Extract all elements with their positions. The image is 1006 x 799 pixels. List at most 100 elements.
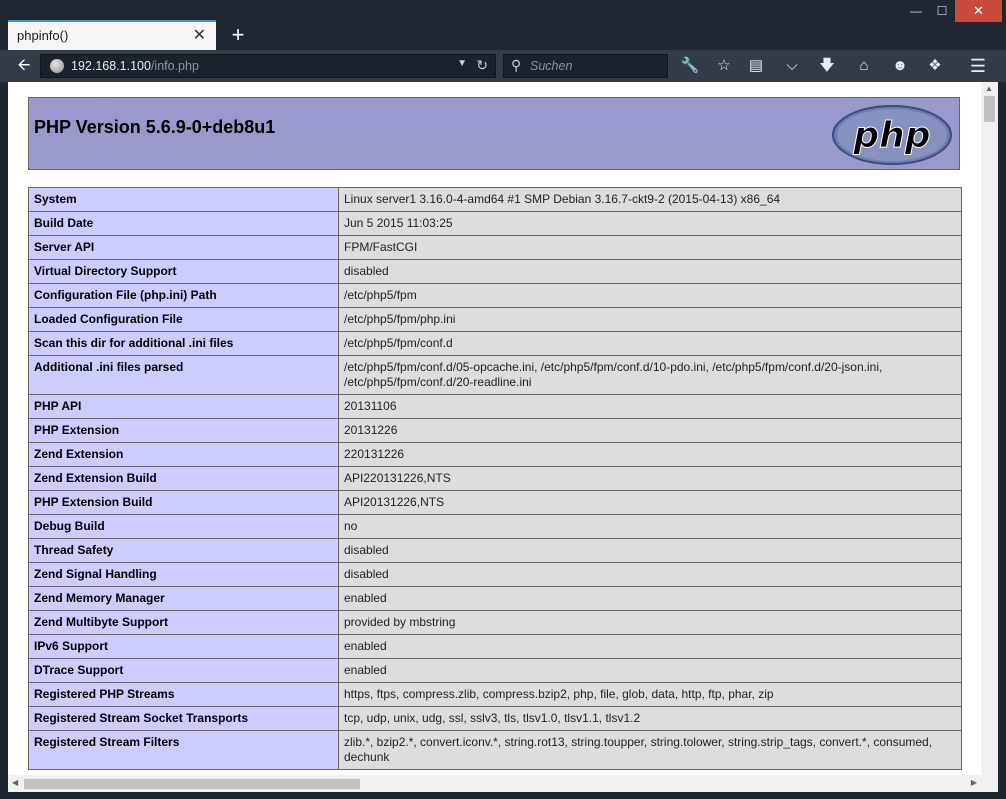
table-row: Build Date Jun 5 2015 11:03:25	[28, 211, 962, 236]
scroll-left-icon[interactable]: ◀	[12, 778, 18, 787]
row-key: Thread Safety	[28, 538, 339, 563]
table-row: Zend Extension Build API220131226,NTS	[28, 466, 962, 491]
minimize-button[interactable]: —	[903, 0, 929, 22]
row-key: Zend Extension Build	[28, 466, 339, 491]
table-row: Server API FPM/FastCGI	[28, 235, 962, 260]
hamburger-menu-icon[interactable]: ☰	[965, 55, 991, 77]
globe-icon	[50, 59, 64, 73]
back-arrow-icon[interactable]: 🡨	[12, 55, 36, 77]
chevron-down-icon[interactable]: ▼	[457, 58, 467, 69]
row-value: no	[338, 514, 962, 539]
vertical-scrollbar[interactable]: ▲	[981, 82, 998, 775]
table-row: Registered Stream Socket Transports tcp, …	[28, 706, 962, 731]
table-row: PHP API 20131106	[28, 394, 962, 419]
table-row: PHP Extension Build API20131226,NTS	[28, 490, 962, 515]
row-key: Registered Stream Filters	[28, 730, 339, 770]
browser-window: phpinfo() ✕ + — ☐ ✕ 🡨 192.168.1.100/info…	[0, 0, 1006, 799]
row-key: Zend Extension	[28, 442, 339, 467]
row-value: FPM/FastCGI	[338, 235, 962, 260]
table-row: Virtual Directory Support disabled	[28, 259, 962, 284]
search-placeholder: Suchen	[530, 59, 573, 73]
row-value: https, ftps, compress.zlib, compress.bzi…	[338, 682, 962, 707]
table-row: Registered Stream Filters zlib.*, bzip2.*…	[28, 730, 962, 770]
horizontal-scrollbar[interactable]: ◀ ▶	[8, 775, 998, 792]
row-value: provided by mbstring	[338, 610, 962, 635]
row-key: IPv6 Support	[28, 634, 339, 659]
row-value: /etc/php5/fpm/conf.d/05-opcache.ini, /et…	[338, 355, 962, 395]
row-key: Zend Multibyte Support	[28, 610, 339, 635]
row-key: Zend Signal Handling	[28, 562, 339, 587]
table-row: PHP Extension 20131226	[28, 418, 962, 443]
row-value: enabled	[338, 586, 962, 611]
horizontal-scroll-thumb[interactable]	[24, 779, 360, 789]
search-input[interactable]: ⚲ Suchen	[503, 54, 668, 78]
scroll-up-icon[interactable]: ▲	[985, 84, 993, 93]
maximize-button[interactable]: ☐	[929, 0, 955, 22]
chat-icon[interactable]: ☻	[887, 55, 913, 77]
row-key: DTrace Support	[28, 658, 339, 683]
row-value: Jun 5 2015 11:03:25	[338, 211, 962, 236]
addon-icon[interactable]: ❖	[922, 55, 948, 77]
row-key: Additional .ini files parsed	[28, 355, 339, 395]
table-row: Zend Multibyte Support provided by mbstri…	[28, 610, 962, 635]
row-value: disabled	[338, 259, 962, 284]
row-key: Debug Build	[28, 514, 339, 539]
row-value: zlib.*, bzip2.*, convert.iconv.*, string…	[338, 730, 962, 770]
row-key: Scan this dir for additional .ini files	[28, 331, 339, 356]
download-icon[interactable]: 🡇	[814, 55, 840, 77]
wrench-icon[interactable]: 🔧	[677, 55, 703, 77]
table-row: Zend Extension 220131226	[28, 442, 962, 467]
url-path: /info.php	[150, 59, 199, 73]
table-row: Registered PHP Streams https, ftps, compr…	[28, 682, 962, 707]
info-table: System Linux server1 3.16.0-4-amd64 #1 SM…	[28, 187, 962, 770]
table-row: System Linux server1 3.16.0-4-amd64 #1 SM…	[28, 187, 962, 212]
row-value: Linux server1 3.16.0-4-amd64 #1 SMP Debi…	[338, 187, 962, 212]
reading-list-icon[interactable]: ▤	[743, 55, 769, 77]
php-version-header: PHP Version 5.6.9-0+deb8u1 php	[28, 97, 960, 170]
home-icon[interactable]: ⌂	[851, 55, 877, 77]
row-value: tcp, udp, unix, udg, ssl, sslv3, tls, tl…	[338, 706, 962, 731]
row-value: /etc/php5/fpm/php.ini	[338, 307, 962, 332]
row-key: Zend Memory Manager	[28, 586, 339, 611]
url-bar[interactable]: 192.168.1.100/info.php ▼ ↻	[40, 54, 496, 78]
vertical-scroll-thumb[interactable]	[984, 96, 995, 122]
table-row: Loaded Configuration File/etc/php5/fpm/p…	[28, 307, 962, 332]
new-tab-button[interactable]: +	[222, 20, 254, 50]
row-value: disabled	[338, 538, 962, 563]
row-value: /etc/php5/fpm/conf.d	[338, 331, 962, 356]
row-value: 20131106	[338, 394, 962, 419]
close-window-button[interactable]: ✕	[955, 0, 1002, 22]
title-bar: phpinfo() ✕ + — ☐ ✕	[0, 0, 1006, 50]
row-key: Virtual Directory Support	[28, 259, 339, 284]
php-logo-icon: php	[832, 105, 952, 165]
row-key: Registered PHP Streams	[28, 682, 339, 707]
row-value: disabled	[338, 562, 962, 587]
pocket-icon[interactable]: ⌵	[779, 55, 805, 77]
nav-toolbar: 🡨 192.168.1.100/info.php ▼ ↻ ⚲ Suchen 🔧 …	[0, 50, 1006, 82]
tab-phpinfo[interactable]: phpinfo() ✕	[8, 20, 216, 50]
scroll-right-icon[interactable]: ▶	[971, 778, 977, 787]
row-key: Loaded Configuration File	[28, 307, 339, 332]
php-logo-text: php	[852, 115, 930, 156]
tab-close-icon[interactable]: ✕	[193, 25, 206, 45]
table-row: DTrace Support enabled	[28, 658, 962, 683]
table-row: Zend Signal Handling disabled	[28, 562, 962, 587]
row-value: enabled	[338, 658, 962, 683]
row-value: /etc/php5/fpm	[338, 283, 962, 308]
row-key: System	[28, 187, 339, 212]
row-value: API20131226,NTS	[338, 490, 962, 515]
page-title: PHP Version 5.6.9-0+deb8u1	[34, 117, 276, 137]
bookmark-star-icon[interactable]: ☆	[711, 55, 737, 77]
table-row: IPv6 Support enabled	[28, 634, 962, 659]
table-row: Additional .ini files parsed/etc/php5/fp…	[28, 355, 962, 395]
row-value: 20131226	[338, 418, 962, 443]
row-value: 220131226	[338, 442, 962, 467]
tab-title: phpinfo()	[17, 28, 69, 43]
info-table-body: System Linux server1 3.16.0-4-amd64 #1 SM…	[28, 187, 962, 770]
reload-icon[interactable]: ↻	[476, 57, 488, 74]
row-value: API220131226,NTS	[338, 466, 962, 491]
table-row: Zend Memory Manager enabled	[28, 586, 962, 611]
table-row: Thread Safety disabled	[28, 538, 962, 563]
url-host: 192.168.1.100	[71, 59, 151, 73]
url-text: 192.168.1.100/info.php	[71, 59, 199, 73]
